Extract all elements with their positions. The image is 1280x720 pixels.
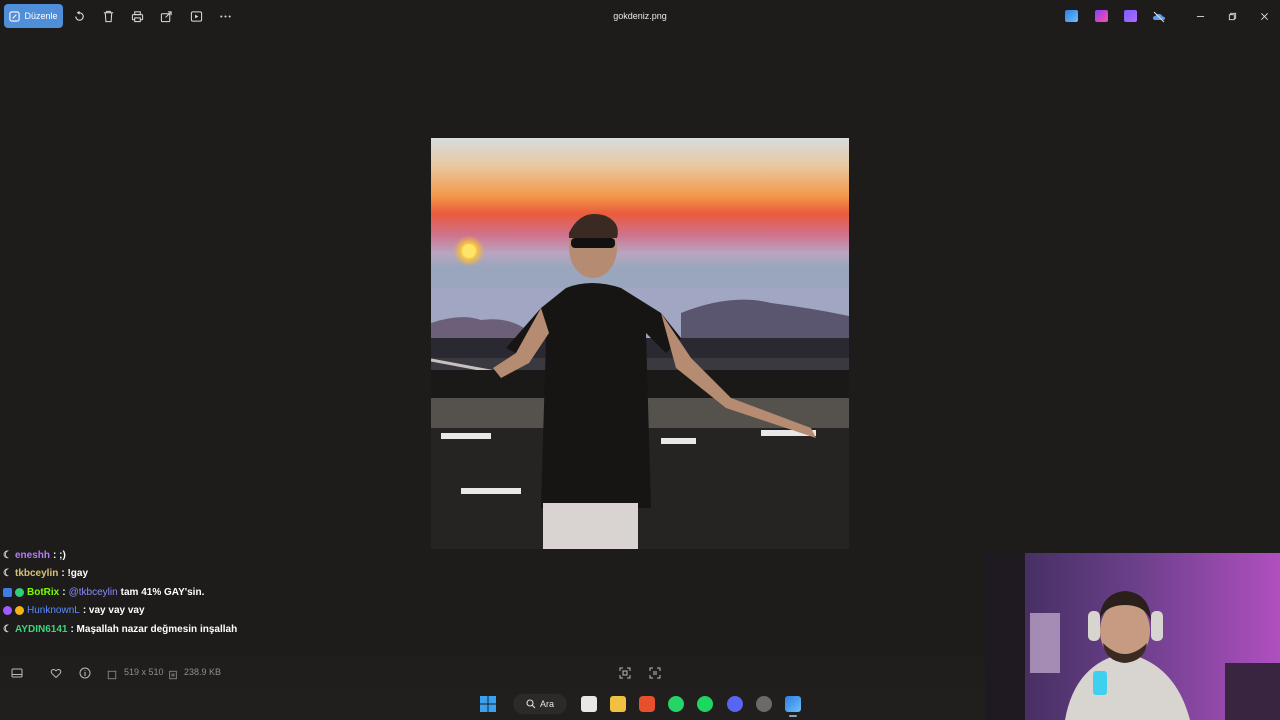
image-dimensions: 519 x 510 [124,667,164,677]
chat-separator: : [62,586,66,598]
search-label: Ara [539,699,554,709]
dimensions-icon [107,667,117,680]
brave-browser-icon[interactable] [639,696,655,712]
edit-icon [9,10,21,22]
file-title: gokdeniz.png [613,11,667,21]
minimize-icon[interactable] [1194,10,1206,22]
verified-badge-icon [15,587,24,597]
chat-mention: @tkbceylin [68,586,118,598]
chat-username: eneshh [15,549,51,561]
info-icon[interactable] [79,666,91,679]
taskbar-search[interactable]: Ara [513,694,567,714]
slideshow-icon[interactable] [189,9,203,23]
chat-text: : Maşallah nazar değmesin inşallah [70,623,238,635]
filmstrip-icon[interactable] [11,666,23,678]
chat-username: AYDIN6141 [15,623,68,635]
chat-text: : ;) [53,549,66,561]
gem-badge-icon [3,606,12,616]
photos-app-icon[interactable] [1065,10,1078,22]
whatsapp-icon[interactable] [668,696,684,712]
fit-to-window-icon[interactable] [619,666,631,679]
spotify-icon[interactable] [697,696,713,712]
windows-start-icon[interactable] [480,696,496,712]
active-app-indicator [789,715,797,717]
share-icon[interactable] [159,9,173,23]
chat-message: BotRix : @tkbceylin tam 41% GAY'sin. [3,583,423,602]
file-size: 238.9 KB [184,667,222,677]
chat-username: tkbceylin [15,568,59,580]
chat-text: : !gay [61,568,89,580]
webcam-overlay [985,553,1280,720]
top-toolbar: Düzenle gokdeniz.png [0,0,1280,33]
discord-icon[interactable] [727,696,743,712]
displayed-photo [431,138,849,549]
print-icon[interactable] [130,9,144,23]
file-explorer-icon[interactable] [610,696,626,712]
steam-icon[interactable] [756,696,772,712]
chat-message: ☾ AYDIN6141 : Maşallah nazar değmesin in… [3,620,423,639]
search-icon [526,699,536,709]
edit-button-label: Düzenle [24,11,58,21]
edit-button[interactable]: Düzenle [4,4,63,28]
chat-message: HunknownL : vay vay vay [3,602,423,621]
moon-badge-icon: ☾ [3,549,12,561]
moon-badge-icon: ☾ [3,568,12,580]
chat-overlay: ☾ eneshh : ;) ☾ tkbceylin : !gay BotRix … [3,546,423,639]
clipchamp-app-icon[interactable] [1095,10,1108,22]
actual-size-icon[interactable] [649,666,661,679]
chat-username: BotRix [27,586,60,598]
moon-badge-icon: ☾ [3,623,12,635]
delete-icon[interactable] [101,9,115,23]
photos-taskbar-icon[interactable] [785,696,801,712]
chat-username: HunknownL [27,605,80,617]
restore-icon[interactable] [1226,10,1238,22]
close-icon[interactable] [1258,10,1270,22]
onedrive-off-icon[interactable] [1152,10,1165,23]
rotate-icon[interactable] [72,9,86,23]
favorite-icon[interactable] [50,666,62,679]
chat-message: ☾ tkbceylin : !gay [3,565,423,584]
task-view-icon[interactable] [581,696,597,712]
chat-text: : vay vay vay [82,605,145,617]
video-editor-app-icon[interactable] [1124,10,1137,22]
chat-text: tam 41% GAY'sin. [120,586,205,598]
status-bar: 519 x 510 238.9 KB [0,657,985,687]
bot-badge-icon [3,587,12,597]
coin-badge-icon [15,606,24,616]
file-size-icon [168,667,178,680]
more-icon[interactable] [218,9,232,23]
chat-message: ☾ eneshh : ;) [3,546,423,565]
